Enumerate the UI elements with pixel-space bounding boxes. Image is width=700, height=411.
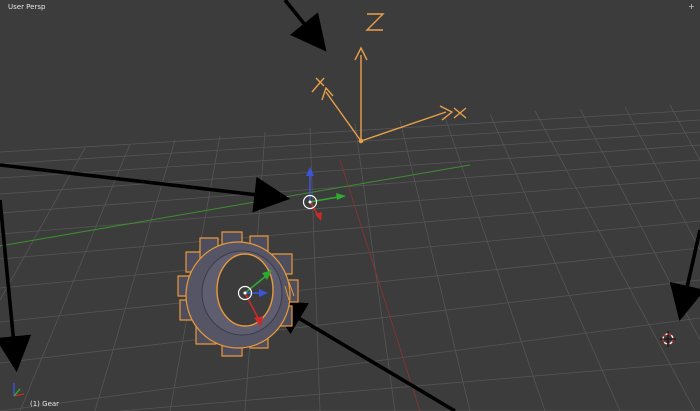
arrow-to-origin — [0, 163, 291, 213]
3d-viewport[interactable]: User Persp (1) Gear + — [0, 0, 700, 411]
x-axis-line — [339, 159, 421, 411]
view-orientation-axes — [13, 383, 25, 397]
view-name-label: User Persp — [8, 3, 46, 11]
arrow-to-camera — [283, 0, 327, 52]
active-object-label: (1) Gear — [30, 400, 60, 408]
floor-grid — [0, 104, 700, 411]
viewport-canvas[interactable] — [0, 0, 700, 411]
arrow-to-corner-axes — [0, 199, 32, 373]
arrow-to-3d-cursor — [669, 229, 700, 322]
camera-empty-axes[interactable] — [311, 13, 467, 144]
origin-manipulator[interactable] — [302, 167, 347, 221]
3d-cursor-icon[interactable] — [660, 331, 676, 347]
split-view-icon[interactable]: + — [687, 2, 696, 11]
